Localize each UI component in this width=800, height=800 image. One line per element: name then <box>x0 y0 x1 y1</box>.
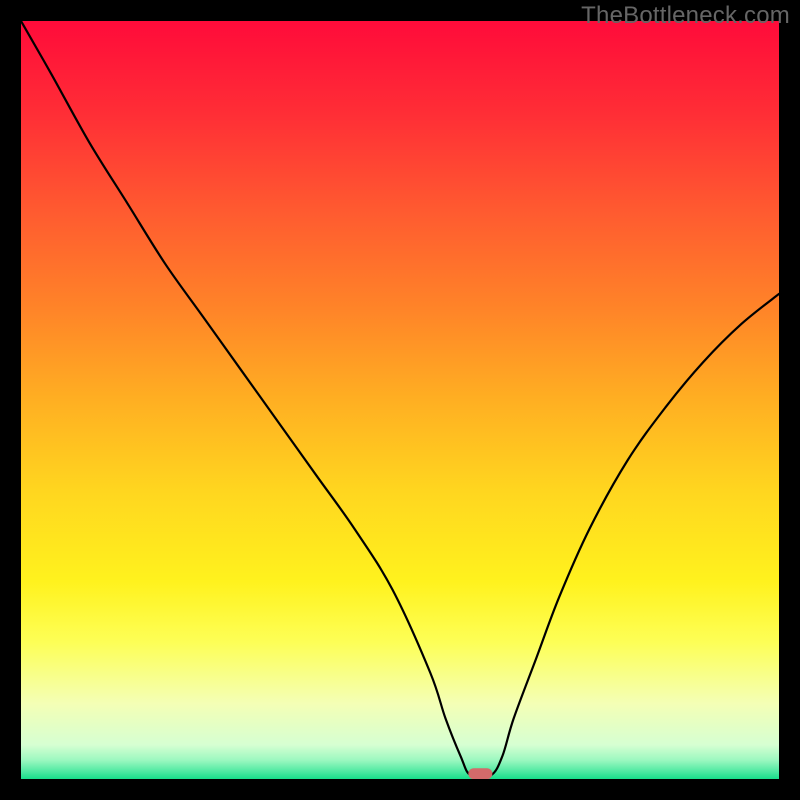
gradient-background <box>21 21 779 779</box>
chart-frame: TheBottleneck.com <box>0 0 800 800</box>
bottleneck-plot <box>21 21 779 779</box>
optimal-marker <box>468 768 492 779</box>
watermark-text: TheBottleneck.com <box>581 2 790 30</box>
